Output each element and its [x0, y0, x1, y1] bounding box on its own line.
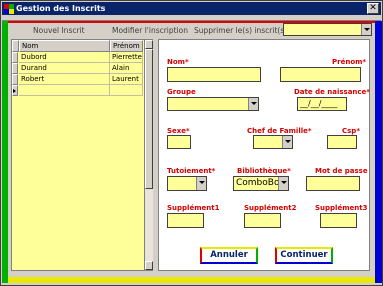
green-strip: [2, 21, 8, 283]
naissance-label: Date de naissance*: [294, 88, 370, 96]
prenom-label: Prénom*: [332, 58, 367, 66]
chevron-down-icon: [251, 102, 257, 105]
header-indicator: [12, 40, 19, 52]
sexe-field[interactable]: [167, 135, 191, 149]
table-row[interactable]: Durand Alain: [12, 63, 143, 74]
csp-field[interactable]: [327, 135, 357, 149]
groupe-dropdown-button[interactable]: [248, 98, 258, 110]
supp1-field[interactable]: [167, 213, 204, 228]
supp2-label: Supplément2: [244, 204, 297, 212]
filter-select[interactable]: [283, 23, 372, 36]
supp1-label: Supplément1: [167, 204, 220, 212]
close-icon: ✕: [369, 3, 377, 13]
chef-dropdown-button[interactable]: [282, 136, 292, 148]
row-indicator: [12, 85, 18, 96]
row-indicator: [12, 63, 18, 74]
app-logo-icon: [4, 4, 14, 14]
delete-members-button[interactable]: Supprimer le(s) inscrit(s): [194, 26, 287, 36]
table-row[interactable]: Dubord Pierrette: [12, 52, 143, 63]
members-table: Nom Prénom Dubord Pierrette Durand Alain…: [11, 39, 153, 271]
table-row[interactable]: Robert Laurent: [12, 74, 143, 85]
row-indicator: [12, 74, 18, 85]
cell-prenom[interactable]: Alain: [110, 63, 143, 74]
tutoiement-select[interactable]: [167, 176, 207, 191]
supp3-field[interactable]: [320, 213, 357, 228]
chevron-down-icon: [199, 181, 205, 184]
member-form: Nom* Prénom* Groupe Date de naissance* _…: [158, 39, 370, 271]
bibliotheque-value: ComboBo: [236, 178, 280, 188]
cell-prenom[interactable]: [110, 85, 143, 96]
tutoiement-dropdown-button[interactable]: [196, 177, 206, 190]
edit-member-button[interactable]: Modifier l'inscription: [112, 26, 188, 36]
nom-field[interactable]: [167, 67, 261, 82]
supp3-label: Supplément3: [315, 204, 368, 212]
prenom-field[interactable]: [280, 67, 361, 82]
cancel-button[interactable]: Annuler: [200, 247, 258, 264]
continue-button[interactable]: Continuer: [275, 247, 333, 264]
scroll-thumb[interactable]: [145, 49, 153, 189]
bibliotheque-label: Bibliothèque*: [237, 167, 291, 175]
chef-select[interactable]: [253, 135, 293, 149]
column-header-prenom[interactable]: Prénom: [110, 40, 143, 52]
cell-nom[interactable]: Durand: [19, 63, 110, 74]
yellow-strip: [8, 277, 375, 283]
new-row-arrow-icon: [13, 89, 16, 93]
scroll-down-button[interactable]: [145, 261, 153, 270]
cell-nom[interactable]: Robert: [19, 74, 110, 85]
row-indicator: [12, 52, 18, 63]
naissance-field[interactable]: __/__/____: [297, 97, 347, 111]
close-button[interactable]: ✕: [367, 3, 379, 14]
cell-prenom[interactable]: Pierrette: [110, 52, 143, 63]
new-row[interactable]: [12, 85, 143, 96]
tutoiement-label: Tutoiement*: [167, 167, 216, 175]
table-header: Nom Prénom: [12, 40, 143, 52]
motdepasse-field[interactable]: [306, 176, 360, 191]
cell-nom[interactable]: Dubord: [19, 52, 110, 63]
naissance-mask: __/__/____: [300, 99, 338, 108]
app-window: Gestion des Inscrits ✕ Nouvel Inscrit Mo…: [0, 0, 383, 286]
chevron-down-icon: [285, 140, 291, 143]
column-header-nom[interactable]: Nom: [19, 40, 110, 52]
nom-label: Nom*: [167, 58, 189, 66]
window-title: Gestion des Inscrits: [16, 4, 106, 13]
scroll-up-button[interactable]: [145, 40, 153, 49]
bibliotheque-select[interactable]: ComboBo: [233, 176, 289, 191]
title-bar: Gestion des Inscrits ✕: [2, 2, 381, 15]
chevron-down-icon: [281, 181, 287, 184]
groupe-select[interactable]: [167, 97, 259, 111]
chevron-down-icon: [364, 28, 370, 31]
blue-strip: [375, 21, 382, 283]
supp2-field[interactable]: [244, 213, 281, 228]
motdepasse-label: Mot de passe: [315, 167, 368, 175]
vertical-scrollbar[interactable]: [144, 40, 153, 270]
groupe-label: Groupe: [167, 88, 196, 96]
bibliotheque-dropdown-button[interactable]: [278, 177, 288, 190]
filter-dropdown-button[interactable]: [361, 24, 371, 35]
new-member-button[interactable]: Nouvel Inscrit: [33, 26, 85, 36]
cell-prenom[interactable]: Laurent: [110, 74, 143, 85]
cell-nom[interactable]: [19, 85, 110, 96]
